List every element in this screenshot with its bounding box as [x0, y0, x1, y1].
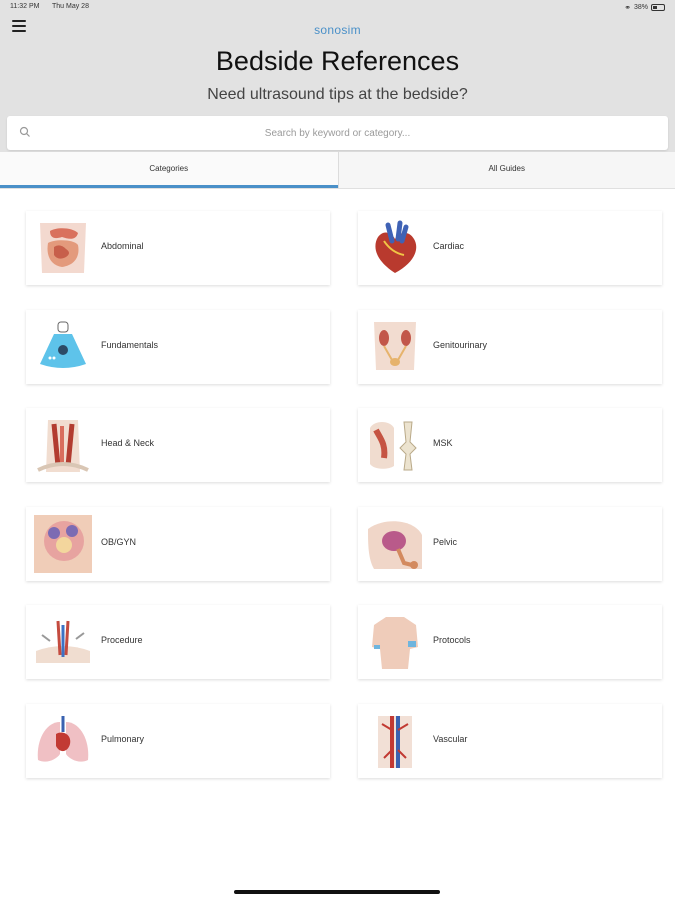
status-time: 11:32 PM	[10, 3, 40, 10]
torso-protocols-icon	[372, 617, 418, 669]
category-card-pulmonary[interactable]: Pulmonary	[26, 704, 330, 778]
status-date: Thu May 28	[52, 3, 89, 10]
wifi-icon: ⚭	[624, 3, 631, 12]
ultrasound-beam-icon	[40, 321, 86, 368]
tab-categories[interactable]: Categories	[0, 152, 338, 188]
category-card-obgyn[interactable]: OB/GYN	[26, 507, 330, 581]
category-card-abdominal[interactable]: Abdominal	[26, 211, 330, 285]
category-label: Fundamentals	[101, 340, 159, 350]
search-input[interactable]	[37, 123, 638, 143]
category-label: Head & Neck	[101, 438, 155, 448]
status-right: ⚭ 38%	[624, 3, 665, 12]
category-card-msk[interactable]: MSK	[358, 408, 662, 482]
battery-percent: 38%	[633, 4, 648, 11]
heart-anatomy-icon	[375, 220, 417, 273]
category-label: MSK	[433, 438, 453, 448]
category-card-fundamentals[interactable]: Fundamentals	[26, 310, 330, 384]
category-card-vascular[interactable]: Vascular	[358, 704, 662, 778]
category-label: Pelvic	[433, 537, 458, 547]
abdominal-anatomy-icon	[40, 223, 86, 273]
status-bar: 11:32 PM Thu May 28 ⚭ 38%	[10, 3, 665, 15]
category-label: Genitourinary	[433, 340, 488, 350]
battery-icon	[651, 4, 665, 11]
search-bar[interactable]	[7, 116, 668, 150]
category-card-genitourinary[interactable]: Genitourinary	[358, 310, 662, 384]
head-neck-anatomy-icon	[37, 420, 89, 472]
pelvic-anatomy-icon	[368, 521, 422, 569]
category-label: Cardiac	[433, 241, 465, 251]
page-subtitle: Need ultrasound tips at the bedside?	[207, 86, 468, 103]
app-logo: sonosim	[314, 23, 361, 37]
category-label: Protocols	[433, 635, 471, 645]
category-label: Vascular	[433, 734, 468, 744]
page-title: Bedside References	[215, 46, 460, 76]
vascular-anatomy-icon	[378, 716, 412, 768]
genitourinary-anatomy-icon	[374, 322, 416, 370]
category-card-pelvic[interactable]: Pelvic	[358, 507, 662, 581]
tab-all-guides[interactable]: All Guides	[337, 152, 675, 188]
lungs-anatomy-icon	[37, 716, 89, 762]
musculoskeletal-anatomy-icon	[370, 421, 417, 471]
category-card-protocols[interactable]: Protocols	[358, 605, 662, 679]
search-icon	[19, 126, 30, 137]
category-label: OB/GYN	[101, 537, 137, 547]
category-card-cardiac[interactable]: Cardiac	[358, 211, 662, 285]
category-card-procedure[interactable]: Procedure	[26, 605, 330, 679]
category-card-head-neck[interactable]: Head & Neck	[26, 408, 330, 482]
procedure-anatomy-icon	[36, 620, 90, 663]
home-indicator[interactable]	[234, 890, 440, 894]
category-label: Procedure	[101, 635, 143, 645]
tab-bar: Categories All Guides	[0, 152, 675, 189]
category-label: Pulmonary	[101, 734, 145, 744]
obgyn-anatomy-icon	[34, 515, 92, 573]
category-label: Abdominal	[101, 241, 144, 251]
app-header: 11:32 PM Thu May 28 ⚭ 38% sonosim Bedsid…	[0, 0, 675, 152]
